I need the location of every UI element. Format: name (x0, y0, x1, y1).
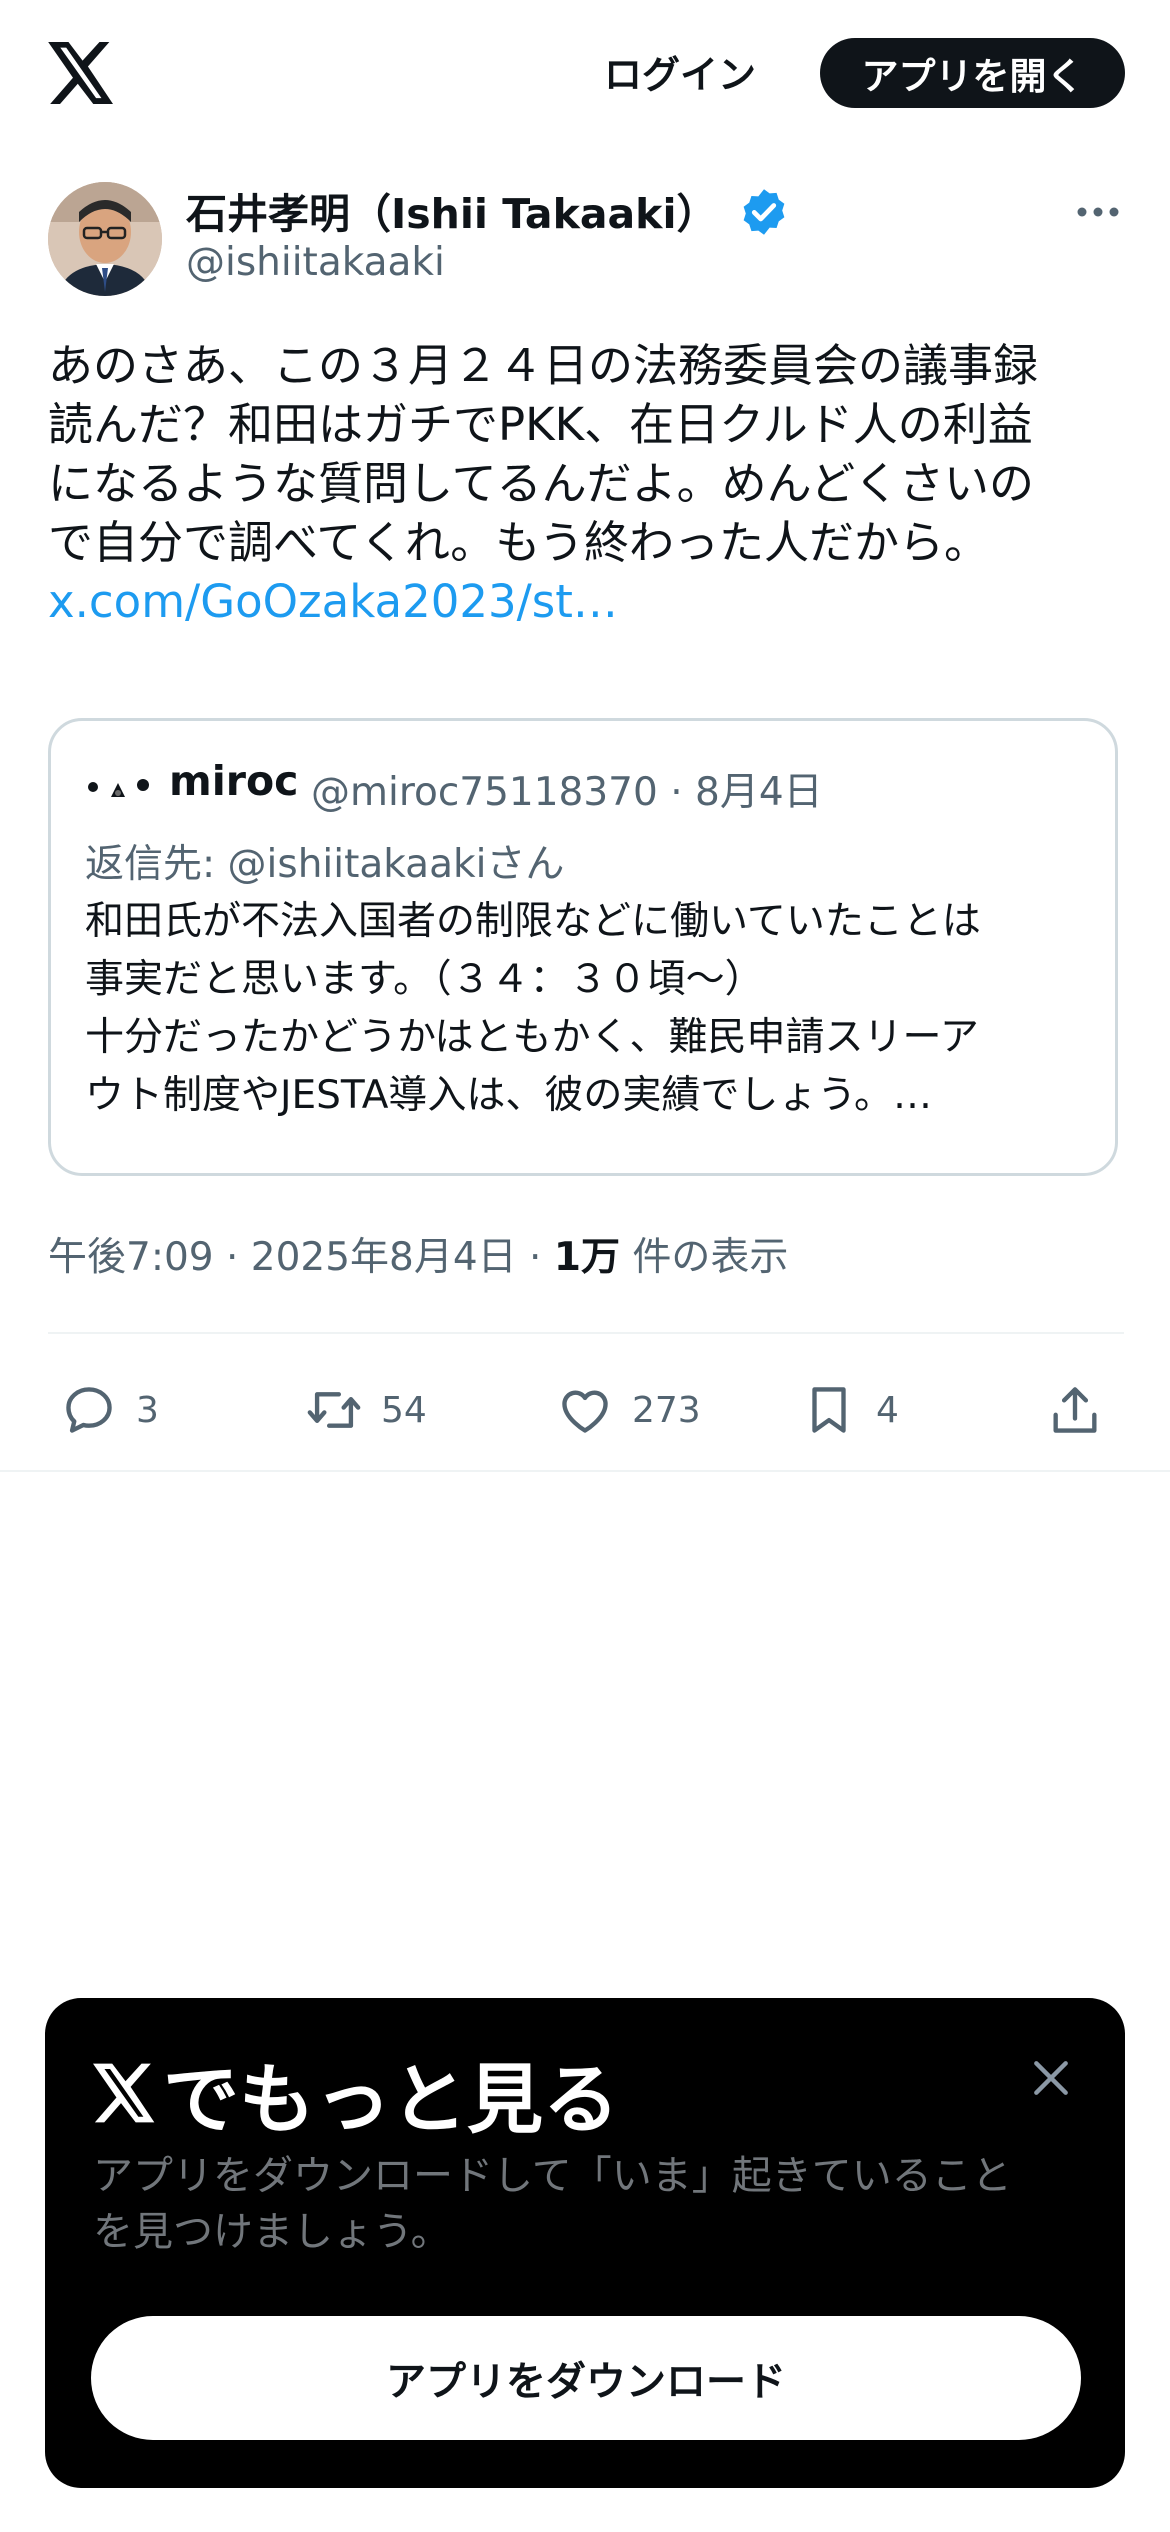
tweet-meta: 午後7:09 · 2025年8月4日 · 1万 件の表示 (48, 1226, 788, 1282)
promo-description: アプリをダウンロードして「いま」起きていること を見つけましょう。 (93, 2148, 1093, 2260)
quoted-tweet[interactable]: miroc @miroc75118370 · 8月4日 返信先: @ishiit… (48, 718, 1118, 1176)
quote-text-line: 十分だったかどうかはともかく、難民申請スリーア (85, 1015, 979, 1060)
open-app-button[interactable]: アプリを開く (820, 38, 1125, 108)
author-handle[interactable]: @ishiitakaaki (186, 240, 445, 285)
tweet-text-line: 読んだ？和田はガチでPKK、在日クルド人の利益 (48, 398, 1033, 451)
retweet-button[interactable]: 54 (305, 1360, 427, 1460)
tweet-text-line: あのさあ、この３月２４日の法務委員会の議事録 (48, 339, 1039, 392)
quote-avatar (88, 779, 149, 797)
reply-icon (66, 1387, 112, 1433)
tweet-timestamp[interactable]: 午後7:09 · 2025年8月4日 · (48, 1235, 554, 1280)
heart-icon (562, 1390, 608, 1433)
promo-title-text: でもっと見る (163, 2055, 619, 2144)
quote-reply-to: 返信先: @ishiitakaakiさん (85, 833, 564, 889)
action-bar: 3 54 273 4 (0, 1360, 1170, 1460)
tweet-text: あのさあ、この３月２４日の法務委員会の議事録 読んだ？和田はガチでPKK、在日ク… (48, 336, 1128, 631)
reply-mention: @ishiitakaakiさん (227, 842, 565, 887)
tweet-text-line: で自分で調べてくれ。もう終わった人だから。 (48, 516, 989, 569)
view-count: 1万 (553, 1235, 620, 1280)
x-logo-icon[interactable] (48, 42, 116, 104)
tweet-link[interactable]: x.com/GoOzaka2023/st… (48, 572, 1128, 631)
divider (0, 1470, 1170, 1472)
promo-desc-line: アプリをダウンロードして「いま」起きていること (93, 2153, 1012, 2199)
share-icon (1053, 1387, 1097, 1433)
divider (48, 1332, 1124, 1334)
quote-text: 和田氏が不法入国者の制限などに働いていたことは 事実だと思います。（３４：３０頃… (85, 893, 1085, 1125)
verified-badge-icon (743, 189, 785, 235)
quote-text-line: 和田氏が不法入国者の制限などに働いていたことは (85, 899, 981, 944)
bookmark-icon (812, 1387, 846, 1433)
avatar[interactable] (48, 182, 162, 296)
reply-count: 3 (136, 1389, 159, 1431)
view-label: 件の表示 (619, 1235, 789, 1280)
retweet-count: 54 (381, 1389, 427, 1431)
like-count: 273 (632, 1389, 701, 1431)
app-promo-card: でもっと見る アプリをダウンロードして「いま」起きていること を見つけましょう。… (45, 1998, 1125, 2488)
share-button[interactable] (1046, 1360, 1104, 1460)
bookmark-button[interactable]: 4 (800, 1360, 899, 1460)
more-options-icon[interactable] (1074, 198, 1122, 226)
quote-author-name: miroc (169, 757, 299, 805)
tweet-text-line: になるような質問してるんだよ。めんどくさいの (48, 457, 1034, 510)
top-bar: ログイン アプリを開く (0, 0, 1170, 150)
login-link[interactable]: ログイン (560, 38, 800, 104)
quote-text-line: 事実だと思います。（３４：３０頃〜） (85, 957, 764, 1002)
reply-button[interactable]: 3 (60, 1360, 159, 1460)
promo-desc-line: を見つけましょう。 (93, 2209, 451, 2255)
close-icon[interactable] (1029, 2056, 1073, 2100)
author-name[interactable]: 石井孝明（Ishii Takaaki） (186, 180, 718, 240)
retweet-icon (307, 1392, 361, 1428)
reply-prefix: 返信先: (85, 842, 228, 887)
bookmark-count: 4 (876, 1389, 899, 1431)
download-app-button[interactable]: アプリをダウンロード (91, 2316, 1081, 2440)
promo-title: でもっと見る (93, 2038, 619, 2148)
quote-handle-date: @miroc75118370 · 8月4日 (311, 770, 823, 815)
like-button[interactable]: 273 (556, 1360, 701, 1460)
x-logo-icon (93, 2063, 155, 2123)
quote-text-line: ウト制度やJESTA導入は、彼の実績でしょう。… (85, 1073, 933, 1118)
